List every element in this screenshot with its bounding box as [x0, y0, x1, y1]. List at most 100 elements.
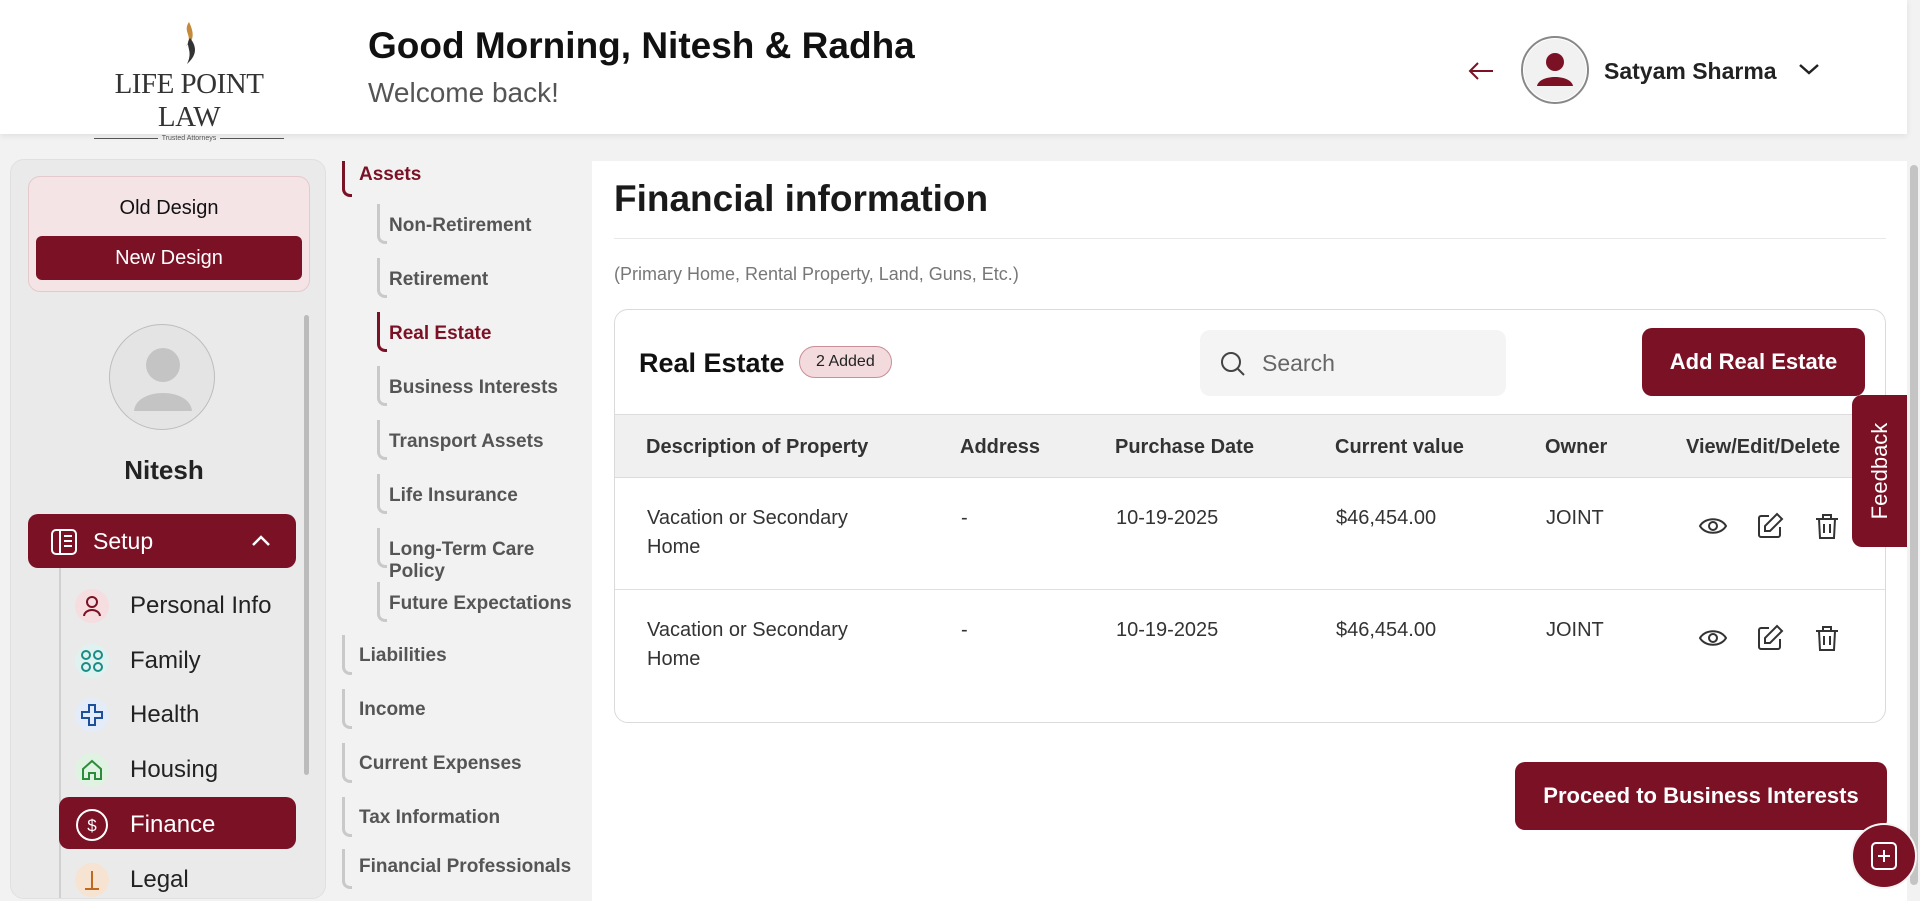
subnav-long-term-care[interactable]: Long-Term Care Policy	[389, 539, 593, 583]
setup-menu-button[interactable]: Setup	[28, 514, 296, 568]
user-avatar-icon	[1524, 39, 1586, 101]
cell-purchase-date: 10-19-2025	[1116, 507, 1219, 529]
search-icon	[1221, 352, 1245, 376]
subnav-marker	[342, 849, 352, 889]
family-icon	[75, 644, 109, 678]
subnav-business-interests[interactable]: Business Interests	[389, 377, 558, 399]
subnav-future-expectations[interactable]: Future Expectations	[389, 593, 572, 615]
sidebar-item-finance[interactable]: $ Finance	[59, 797, 296, 849]
sidebar: Old Design New Design Nitesh Setup Perso…	[10, 159, 326, 899]
cell-purchase-date: 10-19-2025	[1116, 619, 1219, 641]
subnav-marker	[377, 582, 387, 622]
user-name[interactable]: Satyam Sharma	[1604, 58, 1777, 85]
page-subtitle: (Primary Home, Rental Property, Land, Gu…	[614, 264, 1019, 284]
legal-icon	[75, 863, 109, 897]
view-eye-icon[interactable]	[1698, 623, 1728, 653]
subnav-financial-professionals[interactable]: Financial Professionals	[359, 856, 571, 878]
sidebar-item-label: Family	[130, 647, 201, 674]
subnav-transport-assets[interactable]: Transport Assets	[389, 431, 544, 453]
subnav-marker	[342, 797, 352, 837]
table-row: Vacation or Secondary Home - 10-19-2025 …	[615, 590, 1885, 702]
sidebar-item-health[interactable]: Health	[59, 687, 296, 739]
column-header: Purchase Date	[1115, 436, 1254, 458]
subnav-marker	[342, 689, 352, 729]
subnav-marker	[342, 161, 352, 197]
cell-address: -	[961, 619, 968, 641]
delete-trash-icon[interactable]	[1812, 623, 1842, 653]
add-real-estate-button[interactable]: Add Real Estate	[1642, 328, 1865, 396]
real-estate-card: Real Estate 2 Added Add Real Estate Desc…	[614, 309, 1886, 723]
chevron-down-icon[interactable]	[1797, 60, 1821, 78]
edit-icon[interactable]	[1755, 623, 1785, 653]
sidebar-item-label: Housing	[130, 756, 219, 783]
subnav-marker	[342, 635, 352, 675]
cell-current-value: $46,454.00	[1336, 507, 1437, 529]
page-scrollbar[interactable]	[1910, 165, 1918, 885]
brand-logo[interactable]: LIFE POINT LAW Trusted Attorneys	[86, 20, 292, 142]
back-arrow-icon[interactable]	[1466, 56, 1496, 86]
column-header: View/Edit/Delete	[1686, 436, 1841, 458]
subnav-current-expenses[interactable]: Current Expenses	[359, 753, 522, 775]
subnav-marker	[342, 743, 352, 783]
sidebar-item-housing[interactable]: Housing	[59, 742, 296, 794]
subnav-assets[interactable]: Assets	[359, 164, 421, 186]
cell-description: Vacation or Secondary Home	[647, 507, 848, 558]
subnav-marker	[377, 420, 387, 460]
profile-name: Nitesh	[124, 455, 204, 485]
view-eye-icon[interactable]	[1698, 511, 1728, 541]
sidebar-item-label: Personal Info	[130, 592, 272, 619]
home-icon	[75, 753, 109, 787]
subnav-retirement[interactable]: Retirement	[389, 269, 488, 291]
sidebar-item-legal[interactable]: Legal	[59, 852, 296, 898]
sidebar-item-personal-info[interactable]: Personal Info	[59, 578, 296, 630]
subnav-marker	[377, 204, 387, 244]
subnav-life-insurance[interactable]: Life Insurance	[389, 485, 518, 507]
feedback-tab[interactable]: Feedback	[1852, 395, 1907, 547]
column-header: Description of Property	[646, 436, 869, 458]
sidebar-scrollbar[interactable]	[304, 315, 309, 775]
subnav-marker	[377, 366, 387, 406]
divider	[614, 238, 1886, 239]
cell-address: -	[961, 507, 968, 529]
old-design-option[interactable]: Old Design	[29, 197, 309, 220]
page-title: Financial information	[614, 178, 989, 219]
person-icon	[75, 589, 109, 623]
profile-placeholder-icon	[134, 348, 192, 411]
subnav-tax-information[interactable]: Tax Information	[359, 807, 500, 829]
health-cross-icon	[75, 698, 109, 732]
setup-label: Setup	[93, 528, 154, 554]
new-design-button[interactable]: New Design	[36, 236, 302, 280]
column-header: Owner	[1545, 436, 1608, 458]
profile-avatar	[109, 324, 215, 430]
add-note-icon	[1871, 842, 1897, 870]
sidebar-item-family[interactable]: Family	[59, 633, 296, 685]
subnav-marker	[377, 474, 387, 514]
cell-owner: JOINT	[1546, 507, 1604, 529]
add-note-button[interactable]	[1851, 823, 1917, 889]
dollar-icon: $	[75, 808, 109, 842]
subnav-marker	[377, 528, 387, 568]
subnav-income[interactable]: Income	[359, 699, 426, 721]
edit-icon[interactable]	[1755, 511, 1785, 541]
subnav-real-estate[interactable]: Real Estate	[389, 323, 491, 345]
delete-trash-icon[interactable]	[1812, 511, 1842, 541]
subnav-marker	[377, 258, 387, 298]
cell-description: Vacation or Secondary Home	[647, 619, 848, 670]
search-input[interactable]	[1262, 346, 1492, 380]
table-row: Vacation or Secondary Home - 10-19-2025 …	[615, 478, 1885, 590]
column-header: Address	[960, 436, 1041, 458]
brand-tagline: Trusted Attorneys	[86, 135, 292, 142]
subnav-marker	[377, 312, 387, 352]
card-title: Real Estate	[639, 348, 785, 378]
cell-owner: JOINT	[1546, 619, 1604, 641]
greeting-title: Good Morning, Nitesh & Radha	[368, 25, 915, 66]
user-avatar[interactable]	[1521, 36, 1589, 104]
finance-subnav: Assets Non-Retirement Retirement Real Es…	[335, 159, 593, 899]
subnav-liabilities[interactable]: Liabilities	[359, 645, 447, 667]
subnav-non-retirement[interactable]: Non-Retirement	[389, 215, 532, 237]
feedback-label: Feedback	[1866, 422, 1892, 520]
proceed-button[interactable]: Proceed to Business Interests	[1515, 762, 1887, 830]
sidebar-item-label: Health	[130, 701, 200, 728]
brand-name: LIFE POINT LAW	[114, 68, 264, 133]
greeting-subtitle: Welcome back!	[368, 77, 559, 108]
